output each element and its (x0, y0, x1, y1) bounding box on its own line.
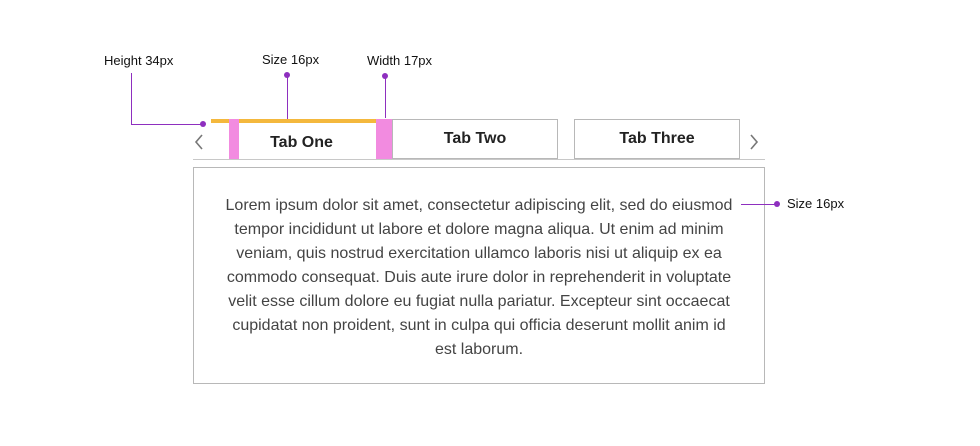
tab-padding-highlight-right (376, 119, 393, 159)
tab-content-text: Lorem ipsum dolor sit amet, consectetur … (225, 197, 733, 358)
tab-padding-highlight-left (229, 119, 239, 159)
annotation-content-text-size-leader (741, 204, 777, 205)
tab-bar-baseline (193, 159, 765, 160)
tab-two-label: Tab Two (443, 130, 507, 147)
annotation-width-label: Width 17px (367, 53, 433, 68)
chevron-right-icon[interactable] (747, 131, 761, 153)
annotation-height-leader-vertical (131, 73, 132, 124)
tab-three[interactable]: Tab Three (574, 119, 740, 159)
tab-three-label: Tab Three (619, 130, 695, 147)
annotation-width-leader (385, 76, 386, 118)
tab-content-panel: Lorem ipsum dolor sit amet, consectetur … (193, 167, 765, 384)
annotation-height-marker (200, 121, 206, 127)
annotation-content-text-size-label: Size 16px (787, 196, 845, 211)
tab-two[interactable]: Tab Two (392, 119, 558, 159)
chevron-left-icon[interactable] (192, 131, 206, 153)
tab-one-label: Tab One (270, 133, 333, 151)
annotation-height-label: Height 34px (104, 53, 174, 68)
annotation-tab-text-size-label: Size 16px (262, 52, 320, 67)
annotation-height-leader-horizontal (131, 124, 203, 125)
